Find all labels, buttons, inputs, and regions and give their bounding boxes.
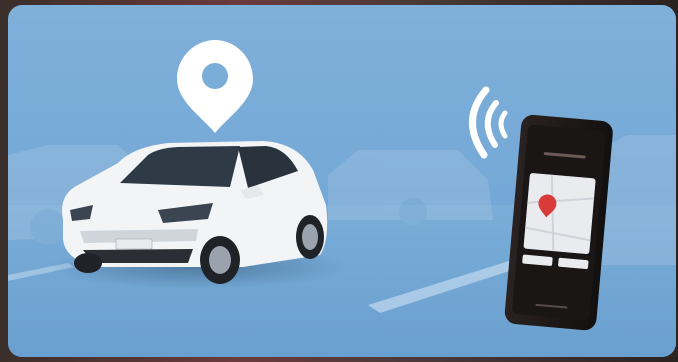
car-license-plate [115, 238, 153, 250]
parking-scene [8, 40, 676, 357]
car-front-rim [209, 246, 231, 274]
car-rear-rim [302, 224, 318, 250]
bg-car-left-wheel [30, 209, 66, 245]
map-pin-icon [177, 40, 253, 133]
phone-map [523, 173, 596, 255]
hero-image-panel [8, 5, 676, 357]
smartphone [504, 114, 613, 331]
wifi-signal-icon [469, 86, 508, 159]
bg-car-center-wheel [399, 198, 427, 226]
car-front-left-wheel [74, 253, 102, 273]
